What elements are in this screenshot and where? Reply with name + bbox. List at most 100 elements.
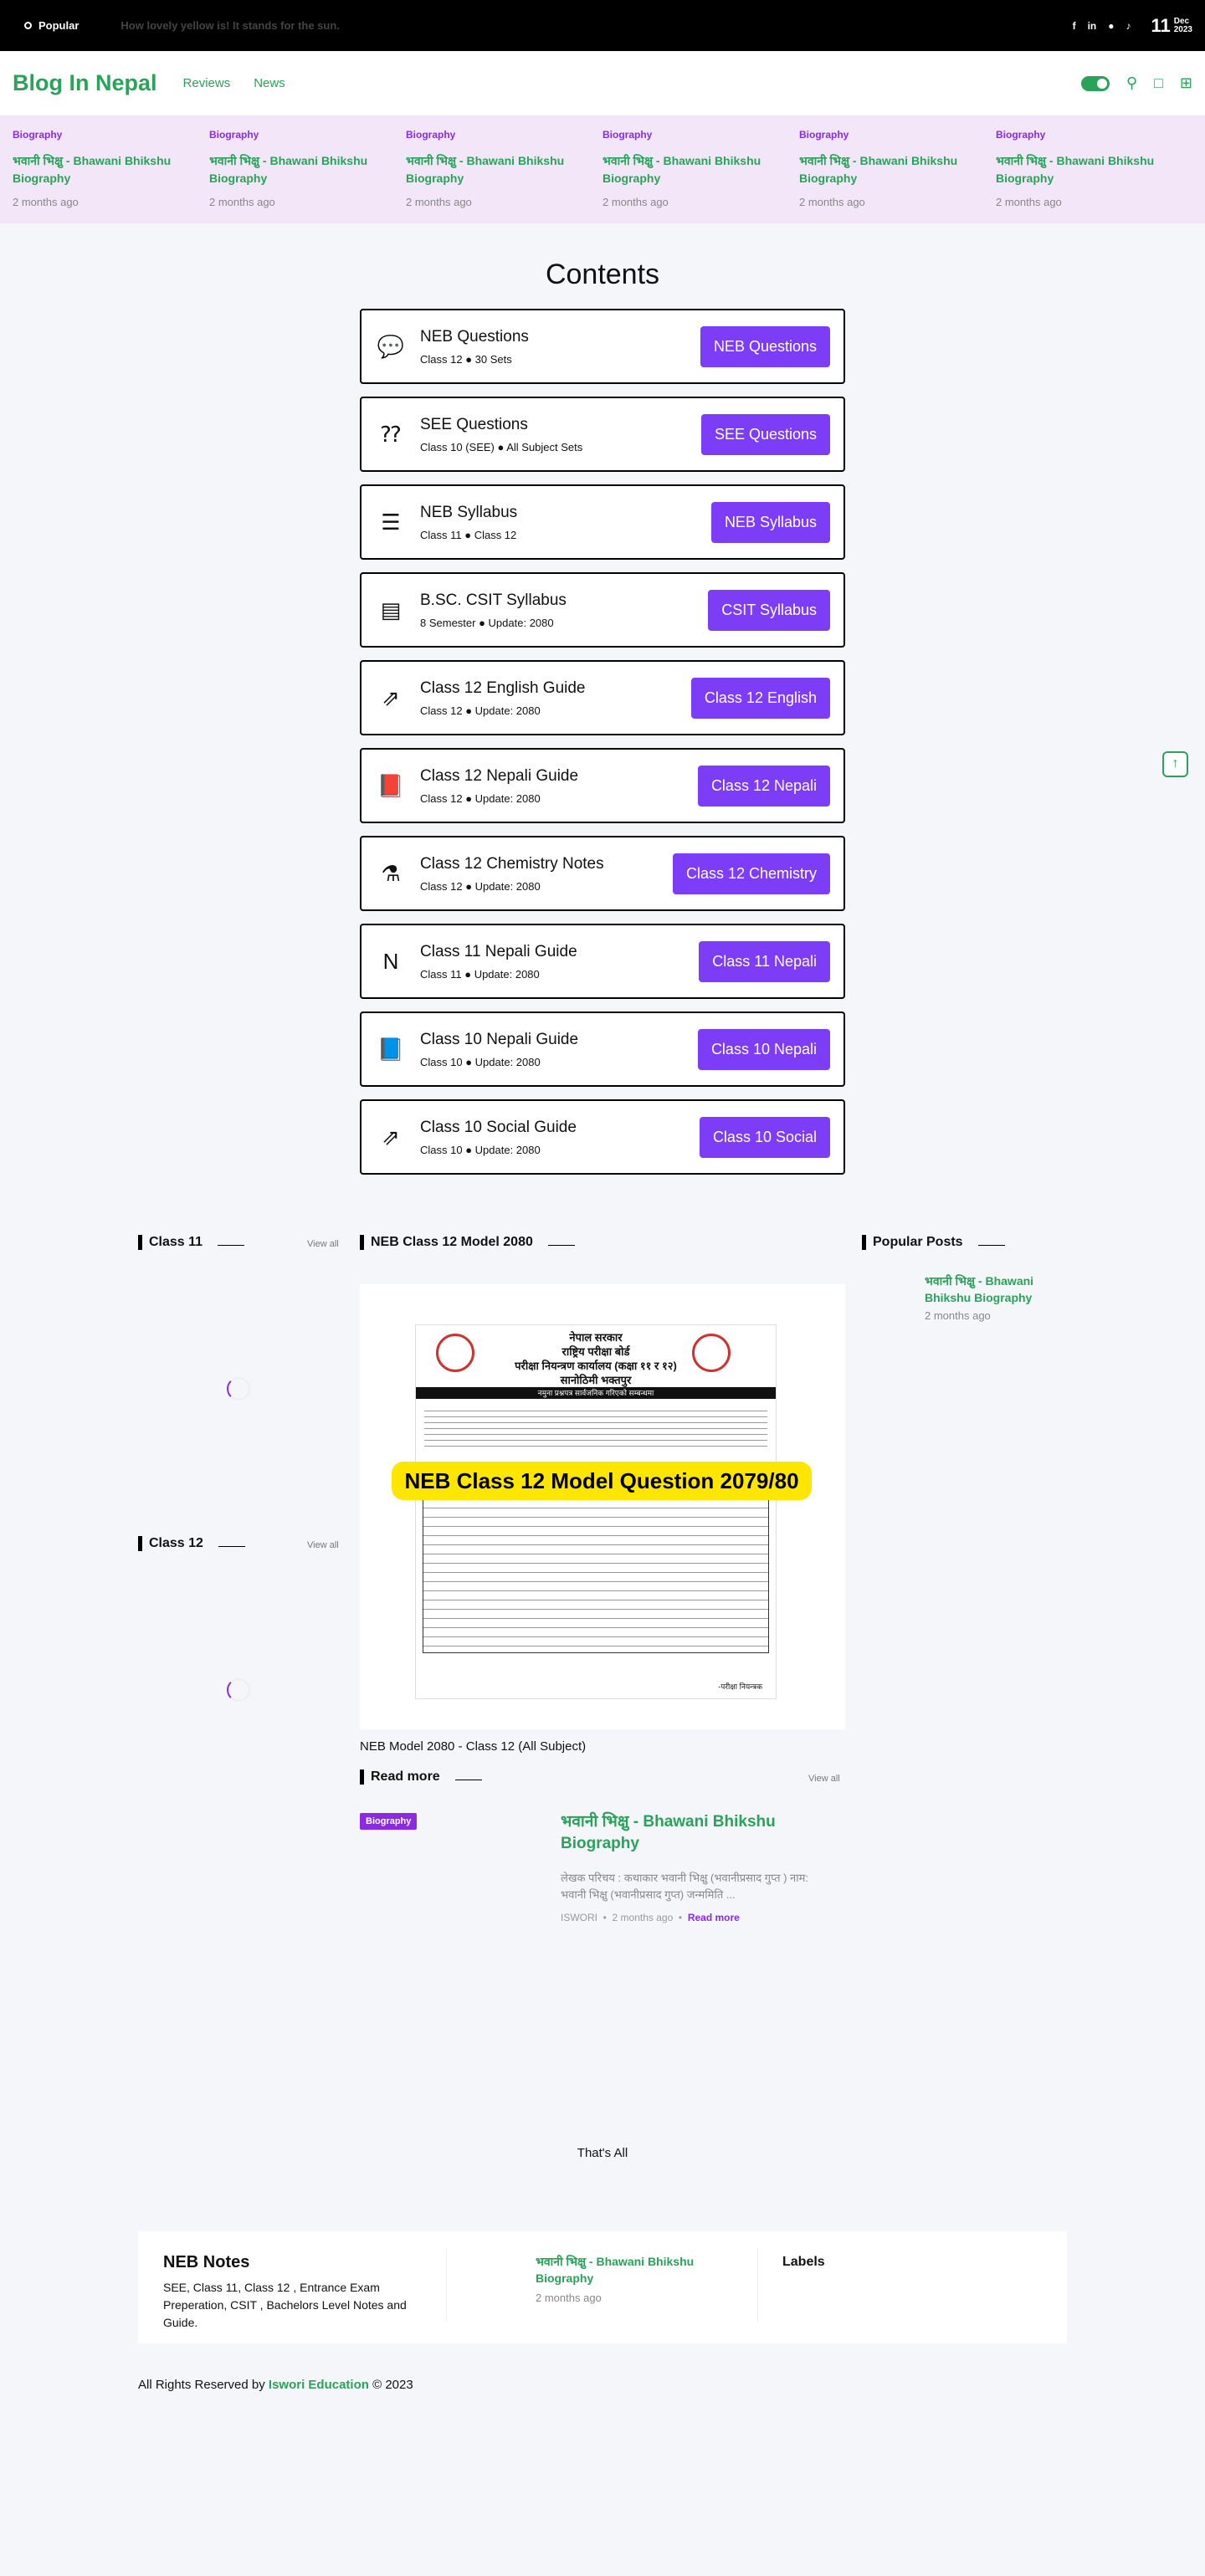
popular-post-date: 2 months ago (925, 1309, 991, 1322)
copyright: All Rights Reserved by Iswori Education … (138, 2378, 413, 2392)
grid-menu-icon[interactable]: ⊞ (1180, 74, 1192, 92)
ticker-text[interactable]: How lovely yellow is! It stands for the … (120, 19, 340, 32)
read-more-view-all[interactable]: View all (808, 1774, 840, 1784)
strip-title[interactable]: भवानी भिक्षु - Bhawani Bhikshu Biography (799, 152, 975, 187)
strip-title[interactable]: भवानी भिक्षु - Bhawani Bhikshu Biography (996, 152, 1172, 187)
strip-date: 2 months ago (799, 196, 865, 208)
content-card: ☰ NEB Syllabus Class 11 ● Class 12 NEB Syll… (360, 484, 845, 560)
contents-list: 💬 NEB Questions Class 12 ● 30 Sets NEB Ques… (360, 309, 845, 1175)
post-author[interactable]: ISWORI (561, 1912, 597, 1923)
class12-heading: Class 12 (138, 1536, 245, 1551)
strip-category[interactable]: Biography (602, 129, 799, 141)
strip-title[interactable]: भवानी भिक्षु - Bhawani Bhikshu Biography (209, 152, 385, 187)
card-button[interactable]: Class 11 Nepali (699, 940, 830, 982)
linkedin-icon[interactable]: in (1088, 20, 1097, 32)
dark-mode-toggle[interactable] (1080, 75, 1110, 91)
card-title: B.SC. CSIT Syllabus (420, 591, 567, 609)
notebook-icon: ☰ (381, 509, 401, 535)
nav-reviews[interactable]: Reviews (183, 76, 231, 90)
card-subtitle: Class 11 ● Update: 2080 (420, 967, 540, 981)
footer-divider (446, 2248, 447, 2322)
bookmark-icon[interactable]: □ (1154, 74, 1163, 92)
copyright-brand[interactable]: Iswori Education (269, 2378, 369, 2392)
lower-section: Class 11 View all Class 12 View all NEB … (0, 1187, 1205, 2576)
card-subtitle: Class 12 ● Update: 2080 (420, 879, 541, 893)
read-more-title: Read more (371, 1769, 440, 1784)
contents-title: Contents (545, 259, 660, 290)
content-card: ⚗ Class 12 Chemistry Notes Class 12 ● Upda… (360, 836, 845, 911)
model-title: NEB Class 12 Model 2080 (371, 1235, 533, 1249)
copyright-prefix: All Rights Reserved by (138, 2378, 265, 2392)
strip-category[interactable]: Biography (996, 129, 1192, 141)
thats-all-text: That's All (577, 2146, 628, 2160)
card-button[interactable]: SEE Questions (700, 413, 830, 455)
card-button[interactable]: Class 10 Social (699, 1116, 830, 1158)
strip-category[interactable]: Biography (13, 129, 209, 141)
card-button[interactable]: Class 12 Chemistry (672, 853, 830, 894)
question-people-icon: ⁇ (381, 421, 401, 447)
class11-loading-spinner (227, 1377, 250, 1401)
featured-strip: Biography भवानी भिक्षु - Bhawani Bhikshu … (0, 115, 1205, 223)
search-icon[interactable]: ⚲ (1126, 74, 1137, 92)
read-more-link[interactable]: Read more (688, 1912, 740, 1923)
letter-n-icon: N (382, 948, 399, 974)
popular-post-title[interactable]: भवानी भिक्षु - Bhawani Bhikshu Biography (925, 1273, 1059, 1306)
site-logo[interactable]: Blog In Nepal (13, 70, 157, 96)
copyright-suffix: © 2023 (372, 2378, 413, 2392)
footer-description: SEE, Class 11, Class 12 , Entrance Exam … (163, 2281, 407, 2329)
site-footer: NEB Notes SEE, Class 11, Class 12 , Entr… (138, 2231, 1067, 2343)
class12-title: Class 12 (149, 1536, 203, 1550)
date-display: 11 Dec 2023 (1151, 15, 1192, 37)
chat-bubbles-icon: 💬 (377, 333, 405, 359)
date-year: 2023 (1173, 24, 1192, 34)
footer-brand: NEB Notes (163, 2253, 250, 2271)
strip-category[interactable]: Biography (799, 129, 996, 141)
popular-posts-title: Popular Posts (873, 1235, 963, 1249)
document-signature: -परीक्षा नियन्त्रक (718, 1682, 762, 1691)
popular-label[interactable]: Popular (13, 19, 79, 32)
content-card: 📕 Class 12 Nepali Guide Class 12 ● Update:… (360, 748, 845, 823)
card-button[interactable]: Class 10 Nepali (697, 1028, 830, 1070)
social-links: f in ● ♪ 11 Dec 2023 (1073, 15, 1192, 37)
document-header: नेपाल सरकार राष्ट्रिय परीक्षा बोर्ड परीक… (515, 1331, 677, 1386)
strip-title[interactable]: भवानी भिक्षु - Bhawani Bhikshu Biography (13, 152, 188, 187)
strip-category[interactable]: Biography (406, 129, 602, 141)
card-button[interactable]: Class 12 English (690, 677, 830, 719)
card-subtitle: Class 12 ● Update: 2080 (420, 704, 541, 717)
scroll-top-button[interactable]: ↑ (1162, 751, 1188, 777)
facebook-icon[interactable]: f (1073, 20, 1076, 32)
footer-post-title[interactable]: भवानी भिक्षु - Bhawani Bhikshu Biography (536, 2253, 736, 2287)
card-title: Class 10 Nepali Guide (420, 1030, 579, 1048)
strip-title[interactable]: भवानी भिक्षु - Bhawani Bhikshu Biography (602, 152, 778, 187)
card-button[interactable]: NEB Syllabus (710, 501, 830, 543)
strip-category[interactable]: Biography (209, 129, 406, 141)
nav-news[interactable]: News (254, 76, 285, 90)
model-banner: NEB Class 12 Model Question 2079/80 (392, 1462, 812, 1500)
card-title: Class 12 Nepali Guide (420, 766, 579, 785)
content-card: N Class 11 Nepali Guide Class 11 ● Update:… (360, 924, 845, 999)
strip-title[interactable]: भवानी भिक्षु - Bhawani Bhikshu Biography (406, 152, 582, 187)
post-title[interactable]: भवानी भिक्षु - Bhawani Bhikshu Biography (561, 1811, 812, 1855)
card-button[interactable]: Class 12 Nepali (697, 765, 830, 807)
content-card: ⇗ Class 12 English Guide Class 12 ● Update… (360, 660, 845, 735)
model-document: नेपाल सरकार राष्ट्रिय परीक्षा बोर्ड परीक… (415, 1324, 777, 1699)
class12-view-all[interactable]: View all (307, 1540, 339, 1550)
class11-view-all[interactable]: View all (307, 1239, 339, 1249)
card-title: Class 12 Chemistry Notes (420, 854, 604, 873)
model-caption[interactable]: NEB Model 2080 - Class 12 (All Subject) (360, 1739, 586, 1754)
strip-item: Biography भवानी भिक्षु - Bhawani Bhikshu … (799, 129, 996, 223)
footer-post-date: 2 months ago (536, 2292, 602, 2304)
content-card: 📘 Class 10 Nepali Guide Class 10 ● Update:… (360, 1011, 845, 1087)
footer-labels-heading: Labels (782, 2255, 825, 2269)
github-icon[interactable]: ● (1108, 20, 1114, 32)
post-date: 2 months ago (612, 1912, 674, 1923)
card-button[interactable]: NEB Questions (700, 325, 830, 367)
card-subtitle: Class 11 ● Class 12 (420, 528, 517, 541)
model-question-image[interactable]: नेपाल सरकार राष्ट्रिय परीक्षा बोर्ड परीक… (360, 1284, 845, 1729)
post-category-tag[interactable]: Biography (360, 1813, 418, 1830)
tiktok-icon[interactable]: ♪ (1126, 20, 1131, 32)
document-band: नमुना प्रश्नपत्र सार्वजनिक गरिएको सम्बन्… (416, 1387, 776, 1399)
date-month: Dec (1173, 16, 1190, 26)
card-button[interactable]: CSIT Syllabus (708, 589, 830, 631)
class11-heading: Class 11 (138, 1235, 245, 1250)
